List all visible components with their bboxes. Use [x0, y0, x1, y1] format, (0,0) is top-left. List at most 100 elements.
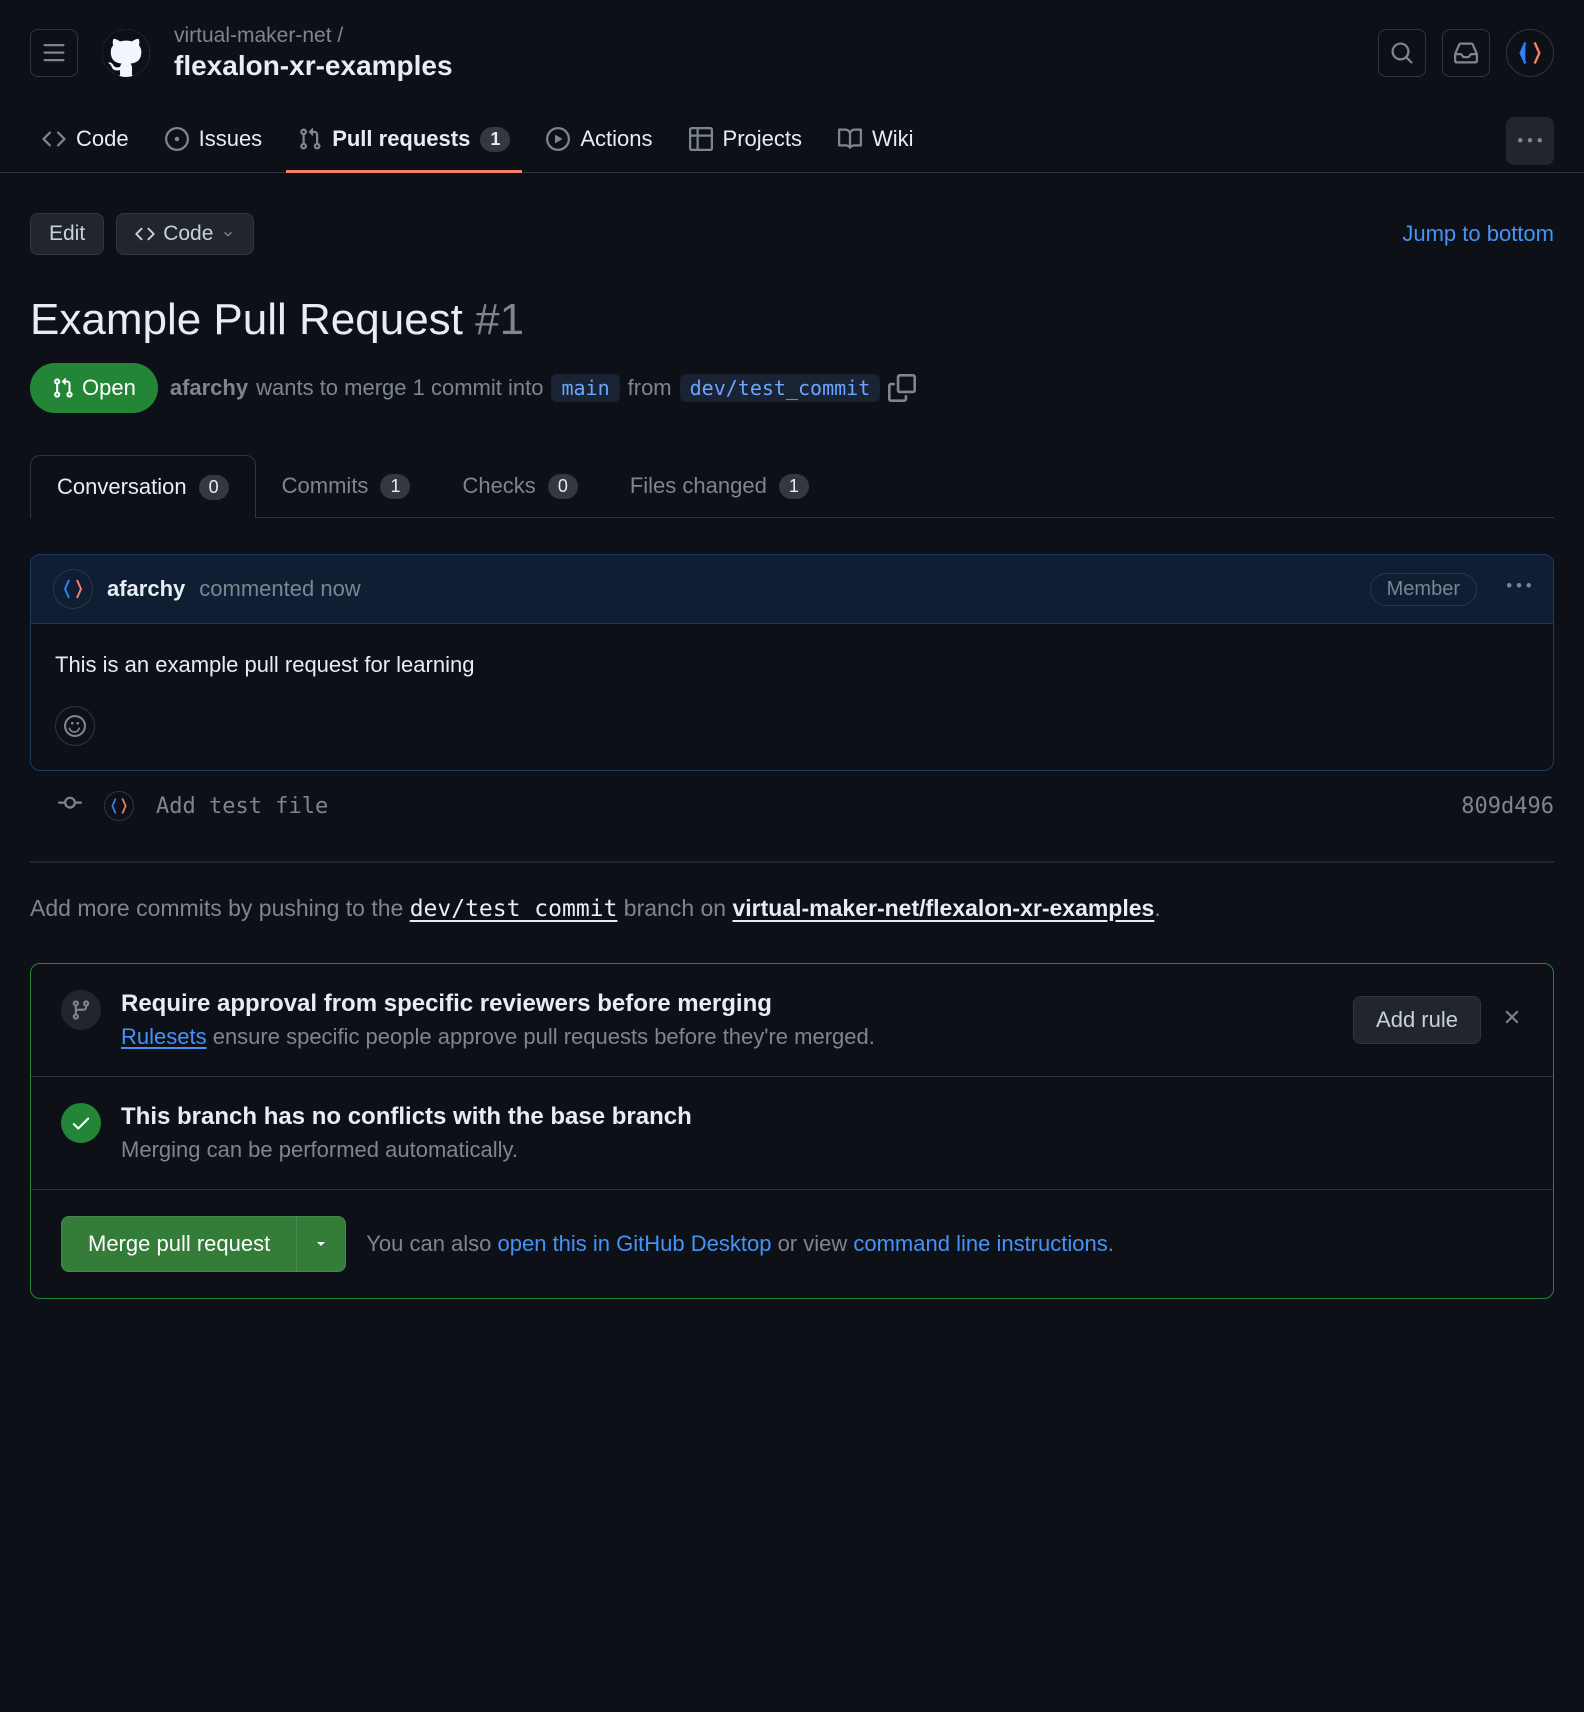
jump-to-bottom-link[interactable]: Jump to bottom [1402, 221, 1554, 247]
tab-pull-requests[interactable]: Pull requests 1 [286, 110, 522, 172]
comment-time: commented now [199, 576, 360, 602]
actions-icon [546, 127, 570, 151]
edit-button[interactable]: Edit [30, 213, 104, 255]
tab-checks[interactable]: Checks 0 [436, 455, 603, 517]
menu-button[interactable] [30, 29, 78, 77]
tab-wiki-label: Wiki [872, 126, 914, 152]
github-logo[interactable] [102, 29, 150, 77]
no-conflicts-title: This branch has no conflicts with the ba… [121, 1103, 1523, 1131]
base-branch[interactable]: main [551, 374, 619, 402]
search-button[interactable] [1378, 29, 1426, 77]
code-dropdown-button[interactable]: Code [116, 213, 254, 255]
org-name[interactable]: virtual-maker-net / [174, 24, 453, 48]
inbox-button[interactable] [1442, 29, 1490, 77]
tab-projects[interactable]: Projects [677, 110, 814, 172]
ruleset-title: Require approval from specific reviewers… [121, 990, 1333, 1018]
avatar-icon [109, 796, 129, 816]
timeline-commit-item: Add test file 809d496 [30, 771, 1554, 841]
commit-avatar[interactable] [104, 791, 134, 821]
kebab-icon [1518, 129, 1542, 153]
member-badge: Member [1370, 573, 1477, 606]
pr-wants-text: wants to merge 1 commit into [256, 375, 543, 401]
tab-commits-label: Commits [282, 473, 369, 499]
pr-status-badge: Open [30, 363, 158, 413]
comment-avatar[interactable] [53, 569, 93, 609]
user-avatar[interactable] [1506, 29, 1554, 77]
tab-conversation-label: Conversation [57, 474, 187, 500]
dismiss-ruleset-button[interactable] [1501, 1006, 1523, 1034]
code-icon [42, 127, 66, 151]
merge-button[interactable]: Merge pull request [61, 1216, 297, 1272]
push-hint: Add more commits by pushing to the dev/t… [30, 891, 1554, 927]
tab-pr-label: Pull requests [332, 126, 470, 152]
search-icon [1390, 41, 1414, 65]
issues-icon [165, 127, 189, 151]
copy-icon[interactable] [888, 374, 916, 402]
comment-body: This is an example pull request for lear… [31, 624, 1553, 706]
comment-box: afarchy commented now Member This is an … [30, 554, 1554, 771]
commit-icon [58, 791, 82, 821]
check-icon [70, 1112, 92, 1134]
add-rule-button[interactable]: Add rule [1353, 996, 1481, 1044]
code-button-label: Code [163, 222, 213, 246]
chevron-down-icon [313, 1236, 329, 1252]
comment-menu-button[interactable] [1507, 574, 1531, 604]
projects-icon [689, 127, 713, 151]
merge-panel: Require approval from specific reviewers… [30, 963, 1554, 1299]
cli-instructions-link[interactable]: command line instructions [853, 1231, 1107, 1256]
checks-count: 0 [548, 474, 578, 499]
github-icon [102, 29, 150, 77]
pr-from-text: from [628, 375, 672, 401]
tab-files-label: Files changed [630, 473, 767, 499]
merge-dropdown-button[interactable] [297, 1216, 346, 1272]
tab-issues-label: Issues [199, 126, 263, 152]
commit-sha[interactable]: 809d496 [1461, 794, 1554, 819]
tab-wiki[interactable]: Wiki [826, 110, 926, 172]
comment-author[interactable]: afarchy [107, 576, 185, 602]
wiki-icon [838, 127, 862, 151]
tab-code-label: Code [76, 126, 129, 152]
merge-hint: You can also open this in GitHub Desktop… [366, 1231, 1114, 1257]
commits-count: 1 [380, 474, 410, 499]
ruleset-desc: ensure specific people approve pull requ… [207, 1024, 875, 1049]
tab-commits[interactable]: Commits 1 [256, 455, 437, 517]
pr-count-badge: 1 [480, 127, 510, 152]
avatar-icon [1516, 39, 1544, 67]
tab-code[interactable]: Code [30, 110, 141, 172]
add-reaction-button[interactable] [55, 706, 95, 746]
tab-actions-label: Actions [580, 126, 652, 152]
tab-actions[interactable]: Actions [534, 110, 664, 172]
close-icon [1501, 1006, 1523, 1028]
tab-checks-label: Checks [462, 473, 535, 499]
more-tabs-button[interactable] [1506, 117, 1554, 165]
repo-name[interactable]: flexalon-xr-examples [174, 50, 453, 82]
commit-message[interactable]: Add test file [156, 794, 328, 819]
pull-request-icon [298, 127, 322, 151]
head-branch[interactable]: dev/test_commit [680, 374, 881, 402]
kebab-icon [1507, 574, 1531, 598]
success-icon-circle [61, 1103, 101, 1143]
hamburger-icon [42, 41, 66, 65]
push-branch: dev/test_commit [410, 896, 618, 922]
branch-icon [70, 999, 92, 1021]
conversation-count: 0 [199, 475, 229, 500]
push-repo-link[interactable]: virtual-maker-net/flexalon-xr-examples [733, 895, 1155, 921]
no-conflicts-desc: Merging can be performed automatically. [121, 1137, 1523, 1163]
pr-author[interactable]: afarchy [170, 375, 248, 401]
tab-files-changed[interactable]: Files changed 1 [604, 455, 835, 517]
pull-request-icon [52, 377, 74, 399]
tab-projects-label: Projects [723, 126, 802, 152]
divider [30, 861, 1554, 863]
code-icon [135, 224, 155, 244]
inbox-icon [1454, 41, 1478, 65]
smiley-icon [64, 715, 86, 737]
open-desktop-link[interactable]: open this in GitHub Desktop [498, 1231, 772, 1256]
avatar-icon [61, 577, 85, 601]
tab-issues[interactable]: Issues [153, 110, 275, 172]
breadcrumb: virtual-maker-net / flexalon-xr-examples [174, 24, 453, 82]
files-count: 1 [779, 474, 809, 499]
tab-conversation[interactable]: Conversation 0 [30, 455, 256, 518]
branch-icon-circle [61, 990, 101, 1030]
rulesets-link[interactable]: Rulesets [121, 1024, 207, 1049]
chevron-down-icon [221, 224, 235, 244]
